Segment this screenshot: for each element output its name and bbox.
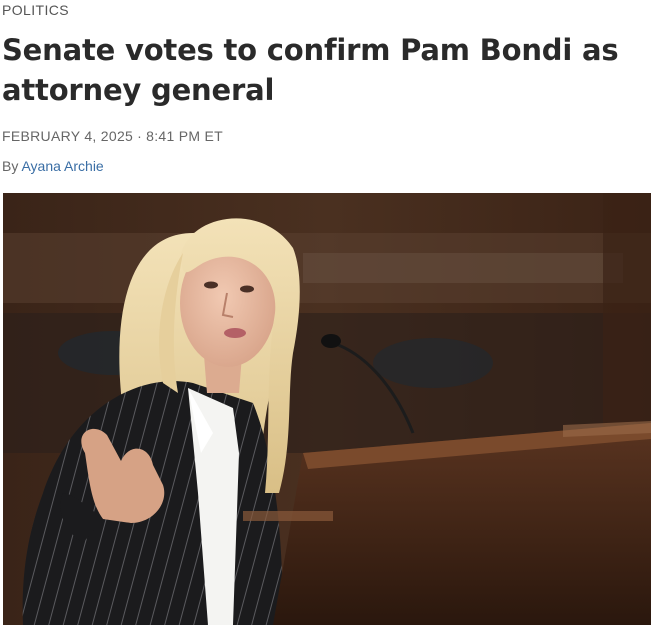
lead-photo	[3, 193, 651, 625]
publish-time: 8:41 PM ET	[146, 128, 224, 144]
headline: Senate votes to confirm Pam Bondi as att…	[2, 33, 619, 107]
publish-date: FEBRUARY 4, 2025	[2, 128, 134, 144]
byline-prefix: By	[2, 158, 19, 174]
date-separator: ·	[137, 128, 143, 144]
author-link[interactable]: Ayana Archie	[21, 158, 103, 174]
article: POLITICS Senate votes to confirm Pam Bon…	[0, 0, 653, 625]
section-label[interactable]: POLITICS	[2, 2, 69, 18]
lead-photo-illustration	[3, 193, 651, 625]
dateline: FEBRUARY 4, 2025 · 8:41 PM ET	[2, 128, 223, 144]
byline: By Ayana Archie	[2, 158, 104, 174]
